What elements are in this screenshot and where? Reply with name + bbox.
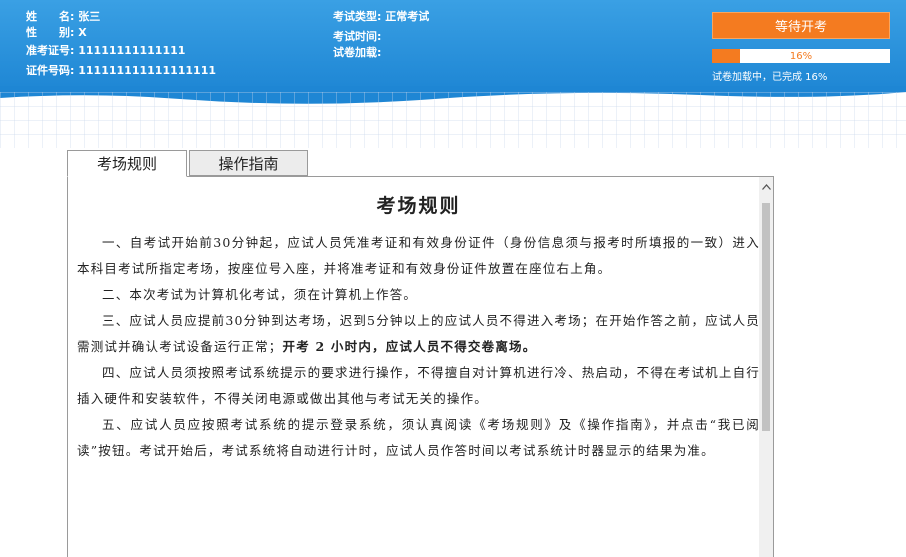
rule-paragraph-5: 五、应试人员应按照考试系统的提示登录系统，须认真阅读《考场规则》及《操作指南》，… [77, 417, 760, 458]
rule-paragraph-4: 四、应试人员须按照考试系统提示的要求进行操作，不得擅自对计算机进行冷、热启动，不… [77, 365, 760, 406]
paper-loading-progress-bar: 16% [712, 49, 890, 63]
paper-loading-row: 试卷加载: [333, 46, 381, 59]
progress-percent-text: 16% [789, 50, 813, 62]
candidate-name-value: 张三 [78, 10, 101, 23]
candidate-gender-label: 性 别: [26, 26, 75, 39]
ticket-number-value: 11111111111111 [78, 44, 186, 57]
tab-exam-rules[interactable]: 考场规则 [67, 150, 187, 177]
exam-info-header: 姓 名: 张三 性 别: X 准考证号: 11111111111111 证件号码… [0, 0, 906, 92]
exam-time-label: 考试时间: [333, 30, 382, 43]
rules-content: 考场规则 一、自考试开始前30分钟起，应试人员凭准考证和有效身份证件（身份信息须… [77, 177, 760, 464]
loading-status-text: 试卷加载中，已完成 16% [712, 72, 828, 83]
background-grid [0, 92, 906, 148]
rules-title: 考场规则 [376, 195, 461, 217]
chevron-up-icon[interactable] [759, 181, 773, 193]
rules-panel: 考场规则 一、自考试开始前30分钟起，应试人员凭准考证和有效身份证件（身份信息须… [67, 176, 774, 557]
id-number-label: 证件号码: [26, 64, 75, 77]
rule-paragraph-1: 一、自考试开始前30分钟起，应试人员凭准考证和有效身份证件（身份信息须与报考时所… [77, 235, 760, 276]
candidate-name-row: 姓 名: 张三 [26, 10, 100, 23]
exam-type-row: 考试类型: 正常考试 [333, 10, 429, 23]
id-number-row: 证件号码: 111111111111111111 [26, 64, 216, 77]
rules-scrollbar[interactable] [759, 177, 773, 557]
candidate-gender-value: X [78, 26, 87, 39]
wait-start-button[interactable]: 等待开考 [712, 12, 890, 39]
ticket-number-label: 准考证号: [26, 44, 75, 57]
rule-paragraph-3-emphasis: 开考 2 小时内，应试人员不得交卷离场。 [282, 339, 537, 354]
rule-paragraph-2: 二、本次考试为计算机化考试，须在计算机上作答。 [102, 287, 418, 302]
candidate-gender-row: 性 别: X [26, 26, 87, 39]
tab-operation-guide[interactable]: 操作指南 [189, 150, 308, 176]
exam-time-row: 考试时间: [333, 30, 381, 43]
rule-paragraph-3: 三、应试人员应提前30分钟到达考场，迟到5分钟以上的应试人员不得进入考场；在开始… [77, 308, 760, 360]
ticket-number-row: 准考证号: 11111111111111 [26, 44, 185, 57]
exam-type-label: 考试类型: [333, 10, 382, 23]
scrollbar-thumb[interactable] [762, 203, 770, 431]
paper-loading-label: 试卷加载: [333, 46, 382, 59]
exam-type-value: 正常考试 [385, 10, 430, 23]
id-number-value: 111111111111111111 [78, 64, 217, 77]
candidate-name-label: 姓 名: [26, 10, 75, 23]
